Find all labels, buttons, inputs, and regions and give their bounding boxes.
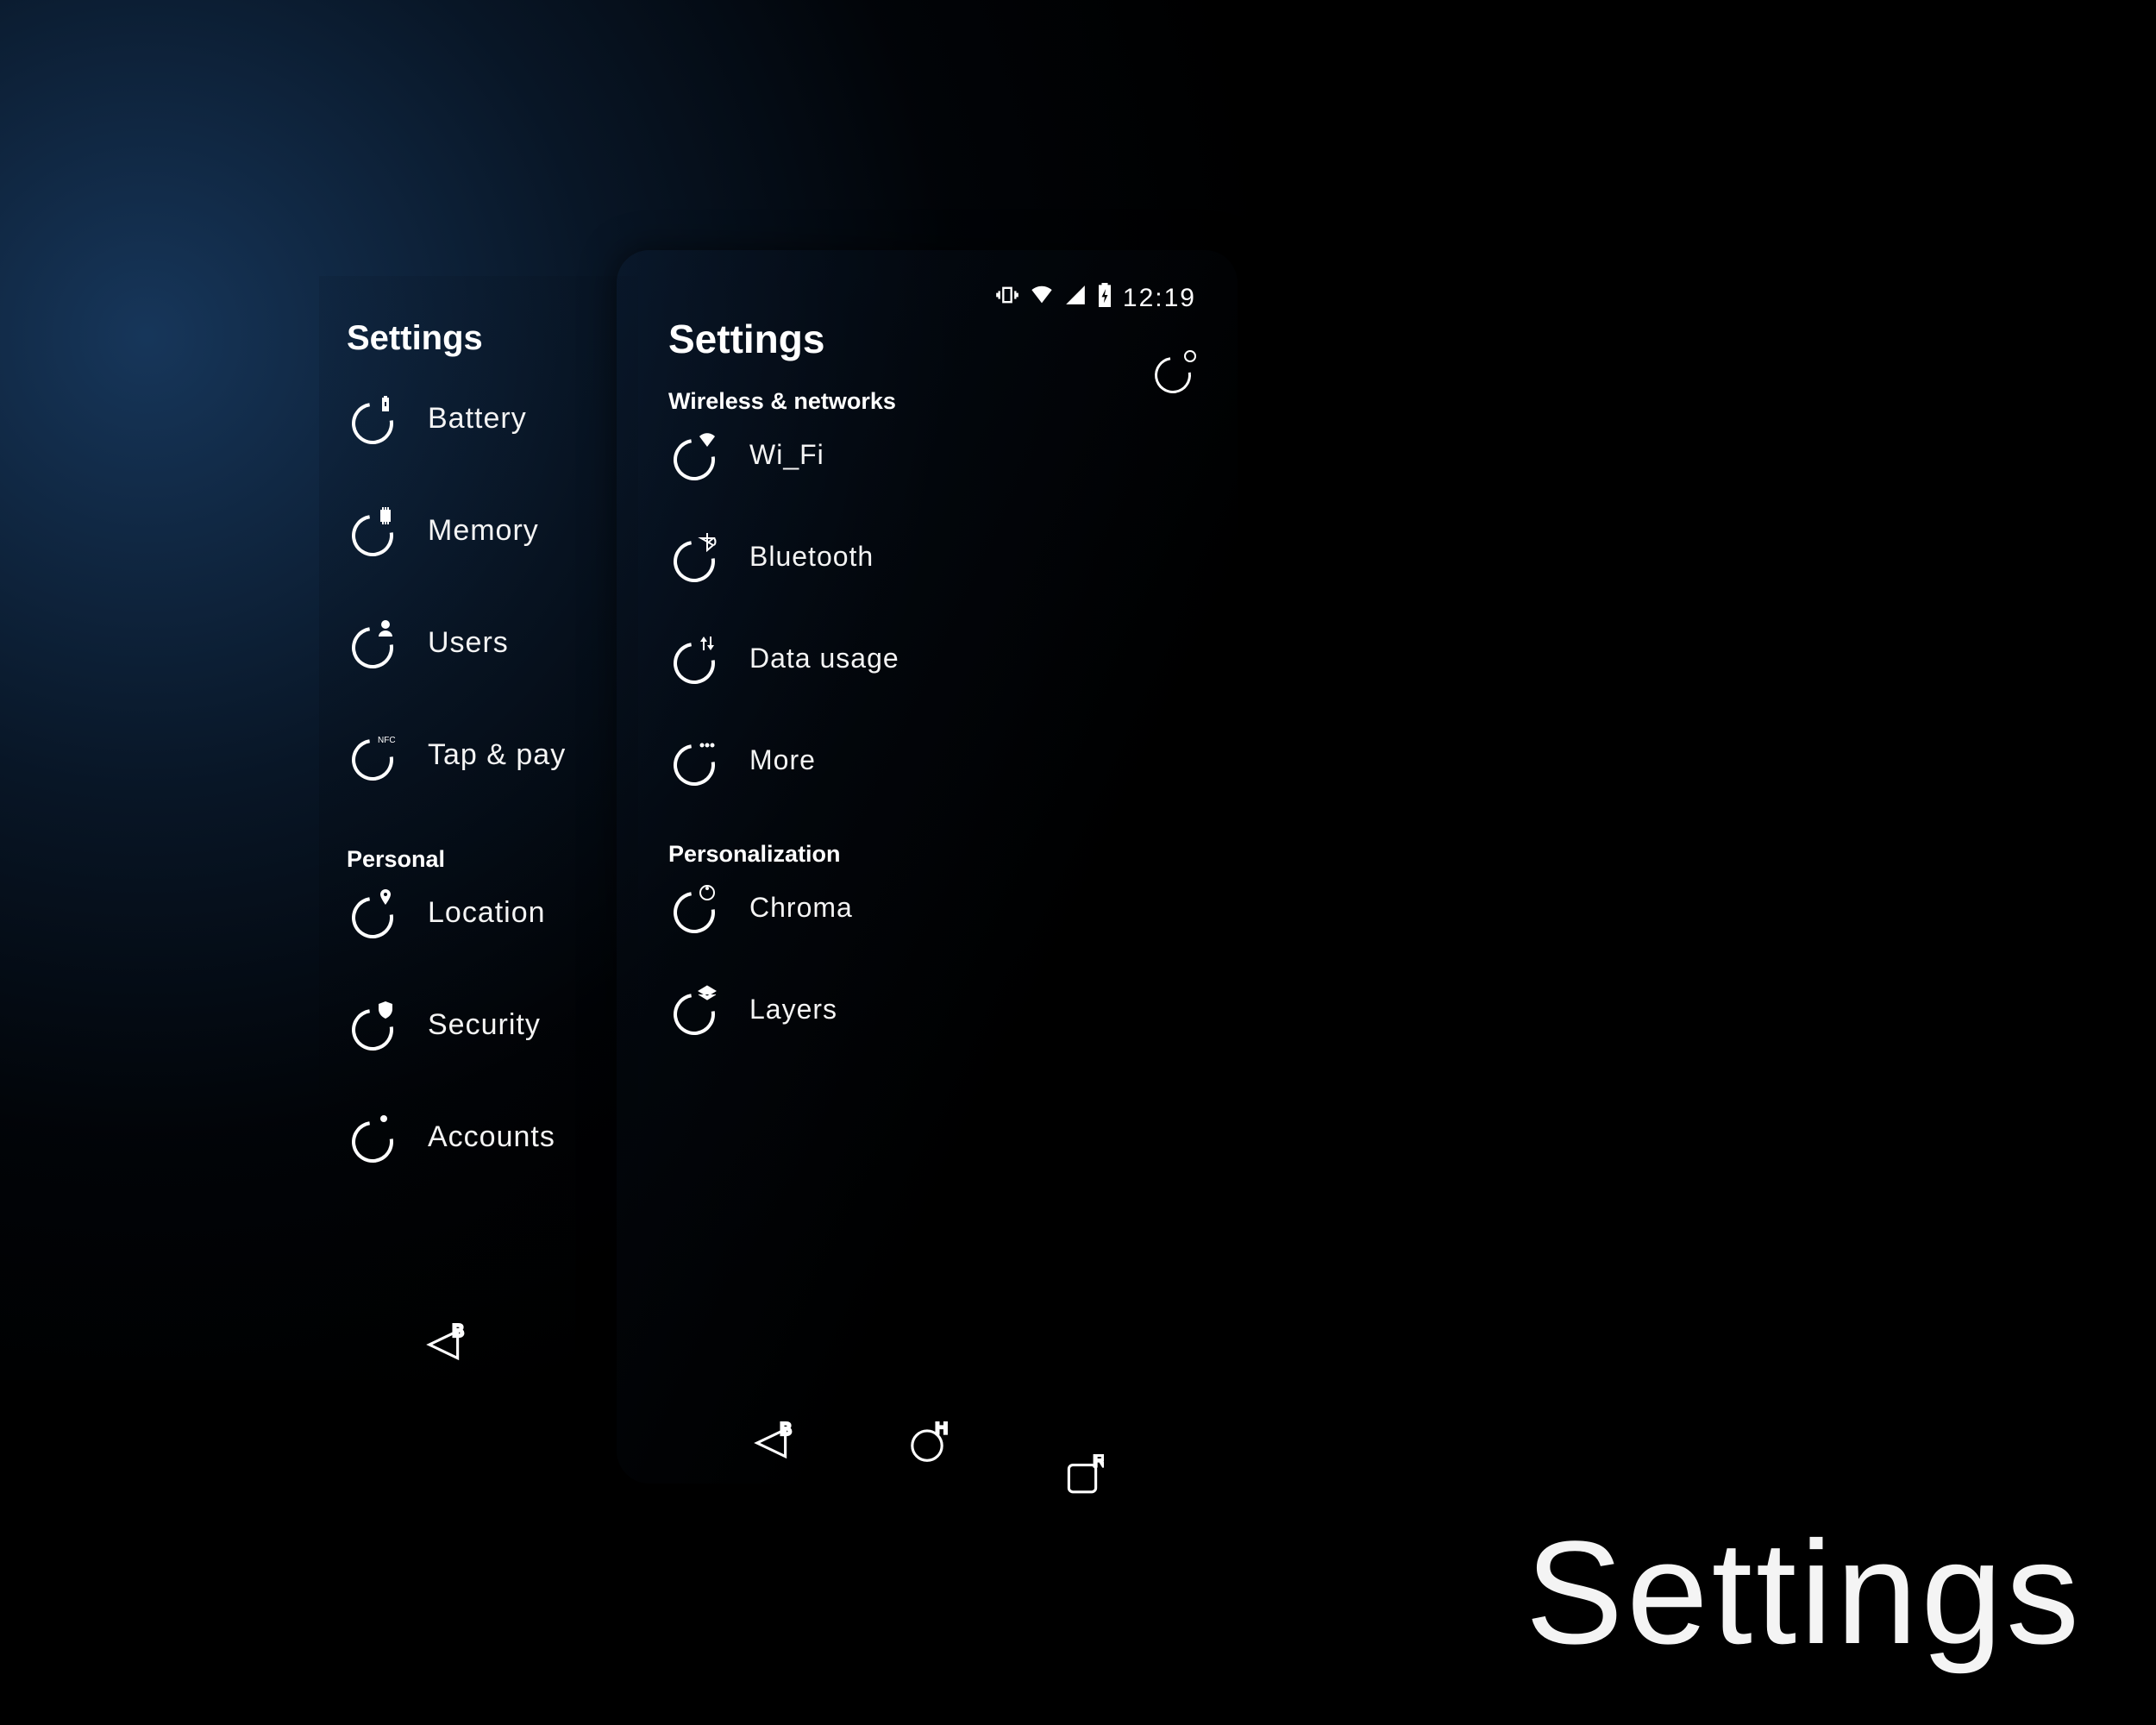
settings-item-label: Memory — [428, 514, 539, 548]
nav-back-button[interactable]: B — [750, 1421, 793, 1465]
hero-title: Settings — [1526, 1509, 2083, 1678]
page-title: Settings — [668, 316, 1203, 362]
data-usage-icon — [674, 637, 715, 679]
nav-back-button[interactable]: B — [423, 1323, 466, 1366]
settings-item-label: Users — [428, 626, 509, 660]
cell-signal-icon — [1064, 284, 1087, 313]
settings-item-label: Layers — [749, 994, 837, 1026]
settings-item-label: Accounts — [428, 1120, 555, 1154]
settings-item-more[interactable]: More — [674, 739, 1203, 781]
bluetooth-icon — [674, 536, 715, 577]
navigation-bar: B H R — [617, 1421, 1238, 1465]
settings-panel-primary: 12:19 Settings Wireless & networks Wi_Fi… — [617, 250, 1238, 1484]
settings-item-label: More — [749, 744, 816, 776]
nav-home-button[interactable]: H — [906, 1421, 949, 1465]
wifi-status-icon — [1030, 283, 1054, 314]
settings-panel-secondary: Settings Battery Memory Users NFC Tap & … — [319, 276, 638, 1380]
settings-item-label: Data usage — [749, 643, 899, 674]
nfc-icon: NFC — [352, 734, 393, 775]
svg-text:B: B — [780, 1421, 792, 1440]
profile-icon[interactable] — [1155, 352, 1193, 390]
section-header-personalization: Personalization — [668, 841, 1203, 868]
settings-item-users[interactable]: Users — [352, 622, 611, 663]
settings-item-label: Bluetooth — [749, 541, 874, 573]
settings-item-layers[interactable]: Layers — [674, 988, 1203, 1030]
settings-item-label: Battery — [428, 402, 527, 436]
wifi-icon — [674, 434, 715, 475]
settings-item-data-usage[interactable]: Data usage — [674, 637, 1203, 679]
location-icon — [352, 892, 393, 933]
accounts-icon — [352, 1116, 393, 1157]
svg-text:B: B — [452, 1323, 464, 1341]
security-icon — [352, 1004, 393, 1045]
settings-item-label: Wi_Fi — [749, 439, 824, 471]
section-header-personal: Personal — [347, 846, 611, 873]
settings-item-label: Location — [428, 896, 546, 930]
settings-item-chroma[interactable]: Chroma — [674, 887, 1203, 928]
layers-icon — [674, 988, 715, 1030]
section-header-wireless: Wireless & networks — [668, 388, 1203, 415]
settings-item-label: Chroma — [749, 892, 853, 924]
status-clock: 12:19 — [1123, 284, 1196, 313]
settings-item-bluetooth[interactable]: Bluetooth — [674, 536, 1203, 577]
settings-item-tap-and-pay[interactable]: NFC Tap & pay — [352, 734, 611, 775]
settings-item-label: Security — [428, 1008, 541, 1042]
page-title: Settings — [347, 319, 611, 358]
chroma-icon — [674, 887, 715, 928]
settings-item-wifi[interactable]: Wi_Fi — [674, 434, 1203, 475]
status-bar: 12:19 — [995, 283, 1196, 314]
settings-item-battery[interactable]: Battery — [352, 398, 611, 439]
svg-text:H: H — [935, 1421, 948, 1438]
more-icon — [674, 739, 715, 781]
battery-status-icon — [1097, 283, 1112, 314]
svg-text:NFC: NFC — [378, 736, 396, 745]
memory-icon — [352, 510, 393, 551]
settings-item-security[interactable]: Security — [352, 1004, 611, 1045]
settings-item-location[interactable]: Location — [352, 892, 611, 933]
svg-text:R: R — [1094, 1454, 1105, 1471]
users-icon — [352, 622, 393, 663]
battery-icon — [352, 398, 393, 439]
settings-item-memory[interactable]: Memory — [352, 510, 611, 551]
nav-recents-button[interactable]: R — [1061, 1454, 1104, 1497]
settings-item-accounts[interactable]: Accounts — [352, 1116, 611, 1157]
vibrate-icon — [995, 283, 1019, 314]
settings-item-label: Tap & pay — [428, 738, 566, 772]
